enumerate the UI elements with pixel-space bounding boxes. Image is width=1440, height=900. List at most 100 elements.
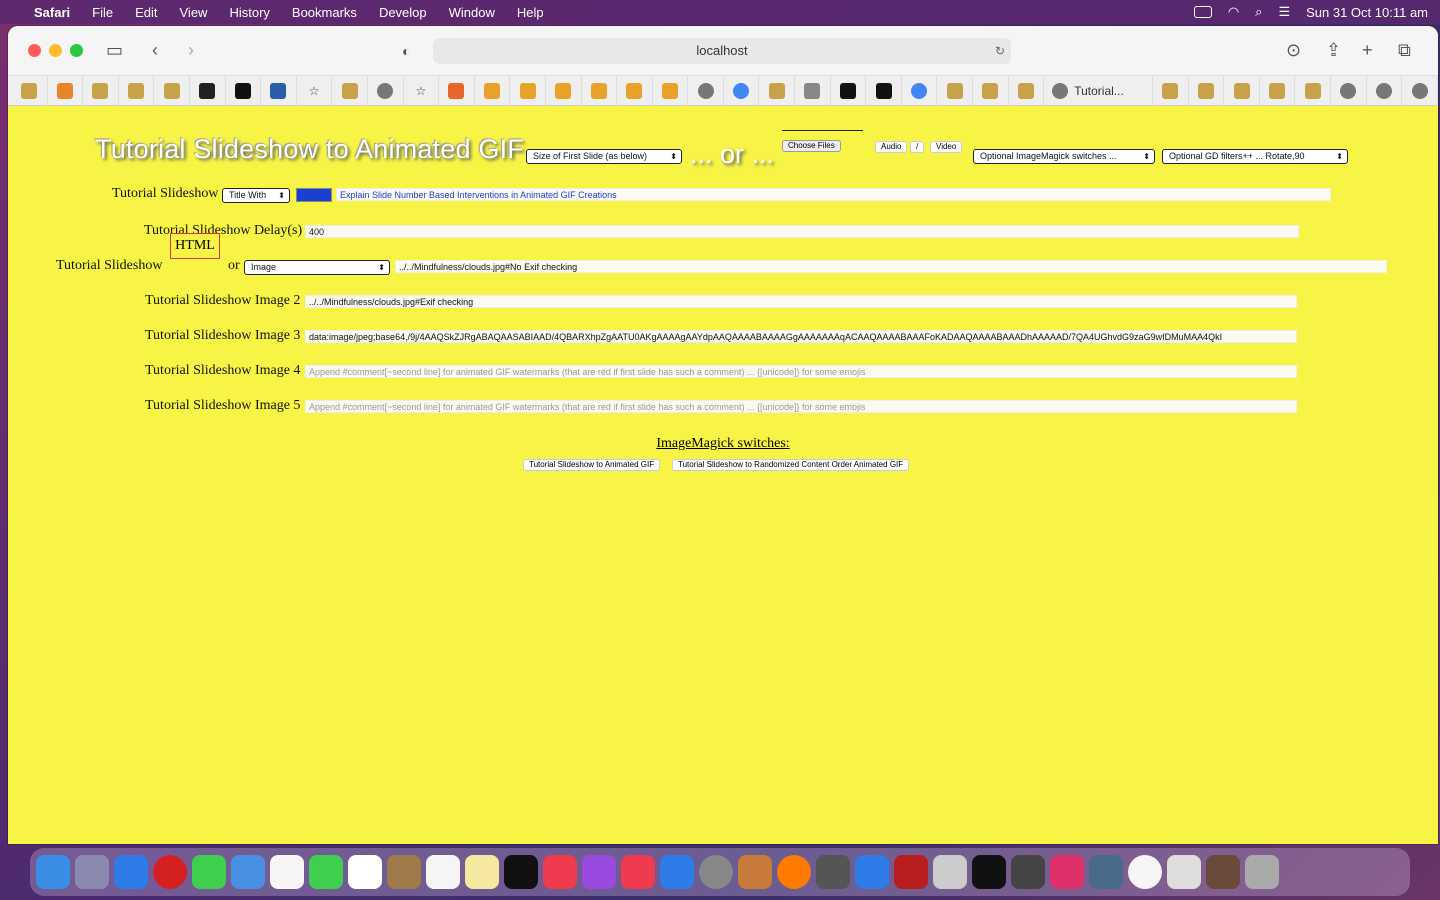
bookmark-item[interactable]: [475, 75, 511, 106]
bookmark-item[interactable]: [368, 75, 404, 106]
imagemagick-switches-heading[interactable]: ImageMagick switches:: [8, 436, 1438, 452]
clock[interactable]: Sun 31 Oct 10:11 am: [1306, 5, 1428, 20]
tv-icon[interactable]: [504, 855, 538, 889]
bookmark-item[interactable]: [226, 75, 262, 106]
menu-edit[interactable]: Edit: [135, 5, 157, 20]
bookmark-item[interactable]: [688, 75, 724, 106]
trash-icon[interactable]: [1245, 855, 1279, 889]
bookmark-item[interactable]: [546, 75, 582, 106]
textedit-icon[interactable]: [1167, 855, 1201, 889]
battery-icon[interactable]: [1193, 6, 1212, 18]
messages-icon[interactable]: [192, 855, 226, 889]
bookmark-item[interactable]: [119, 75, 155, 106]
bookmark-item[interactable]: [1224, 75, 1260, 106]
bookmark-item[interactable]: [83, 75, 119, 106]
bookmark-item[interactable]: [1009, 75, 1045, 106]
terminal-icon[interactable]: [972, 855, 1006, 889]
safari-icon[interactable]: [114, 855, 148, 889]
bookmark-item[interactable]: [1367, 75, 1403, 106]
paint-icon[interactable]: [738, 855, 772, 889]
finder-icon[interactable]: [36, 855, 70, 889]
bookmark-item[interactable]: [973, 75, 1009, 106]
bookmark-item[interactable]: [1402, 75, 1438, 106]
menu-help[interactable]: Help: [517, 5, 544, 20]
bookmark-item[interactable]: [724, 75, 760, 106]
title-field[interactable]: Explain Slide Number Based Interventions…: [336, 188, 1331, 201]
bookmark-item[interactable]: [1189, 75, 1225, 106]
gd-filters-select[interactable]: Optional GD filters++ ... Rotate,90: [1162, 149, 1348, 164]
downloads-icon[interactable]: ⊙: [1286, 40, 1301, 61]
reminders-icon[interactable]: [426, 855, 460, 889]
image4-field[interactable]: Append #comment[~second line] for animat…: [305, 365, 1297, 378]
menu-app[interactable]: Safari: [34, 5, 70, 20]
bookmark-item[interactable]: [831, 75, 867, 106]
bookmark-item[interactable]: [154, 75, 190, 106]
intellij-icon[interactable]: [1050, 855, 1084, 889]
bookmark-item[interactable]: [582, 75, 618, 106]
bookmark-item[interactable]: [617, 75, 653, 106]
new-tab-icon[interactable]: +: [1362, 40, 1373, 61]
size-select[interactable]: Size of First Slide (as below): [526, 149, 682, 164]
bookmark-star-icon[interactable]: ☆: [297, 75, 333, 106]
bookmark-item[interactable]: [795, 75, 831, 106]
chrome-icon[interactable]: [1128, 855, 1162, 889]
delay-field[interactable]: 400: [305, 225, 1299, 238]
title-color-picker[interactable]: [296, 188, 332, 202]
photos-icon[interactable]: [270, 855, 304, 889]
menu-window[interactable]: Window: [449, 5, 495, 20]
zoom-window-button[interactable]: [70, 44, 83, 57]
bookmark-item[interactable]: [12, 75, 48, 106]
firefox-icon[interactable]: [777, 855, 811, 889]
bookmark-item[interactable]: [261, 75, 297, 106]
wifi-icon[interactable]: ◠: [1228, 4, 1239, 20]
bookmark-item[interactable]: [937, 75, 974, 106]
forward-icon[interactable]: ›: [188, 40, 194, 61]
tab-active[interactable]: Tutorial...: [1044, 75, 1154, 106]
bookmark-item[interactable]: [439, 75, 475, 106]
tab-overview-icon[interactable]: ⧉: [1398, 40, 1411, 61]
menu-develop[interactable]: Develop: [379, 5, 427, 20]
bookmark-item[interactable]: [190, 75, 226, 106]
image1-field[interactable]: ../../Mindfulness/clouds.jpg#No Exif che…: [395, 260, 1387, 273]
calculator-icon[interactable]: [816, 855, 850, 889]
news-icon[interactable]: [621, 855, 655, 889]
preview-icon[interactable]: [1089, 855, 1123, 889]
bookmark-item[interactable]: [332, 75, 368, 106]
slash-button[interactable]: /: [910, 141, 925, 153]
menu-history[interactable]: History: [229, 5, 269, 20]
sidebar-icon[interactable]: ▭: [106, 40, 123, 61]
bookmark-star-icon[interactable]: ☆: [404, 75, 440, 106]
sequel-icon[interactable]: [1011, 855, 1045, 889]
podcasts-icon[interactable]: [582, 855, 616, 889]
back-icon[interactable]: ‹: [152, 40, 158, 61]
bbedit-icon[interactable]: [933, 855, 967, 889]
close-window-button[interactable]: [28, 44, 41, 57]
facetime-icon[interactable]: [309, 855, 343, 889]
bookmark-item[interactable]: [902, 75, 938, 106]
address-bar[interactable]: localhost ↻: [433, 38, 1011, 64]
xcode-icon[interactable]: [855, 855, 889, 889]
launchpad-icon[interactable]: [75, 855, 109, 889]
music-icon[interactable]: [543, 855, 577, 889]
bookmark-item[interactable]: [510, 75, 546, 106]
system-preferences-icon[interactable]: [699, 855, 733, 889]
bookmark-item[interactable]: [759, 75, 796, 106]
calendar-icon[interactable]: [348, 855, 382, 889]
filezilla-icon[interactable]: [894, 855, 928, 889]
opera-icon[interactable]: [153, 855, 187, 889]
notes-icon[interactable]: [465, 855, 499, 889]
video-button[interactable]: Video: [930, 141, 963, 153]
bookmark-item[interactable]: [866, 75, 902, 106]
html-button[interactable]: HTML: [170, 233, 220, 259]
menu-file[interactable]: File: [92, 5, 113, 20]
control-center-icon[interactable]: ☰: [1278, 4, 1290, 20]
title-with-select[interactable]: Title With: [222, 188, 290, 203]
randomized-gif-button[interactable]: Tutorial Slideshow to Randomized Content…: [672, 459, 910, 471]
image-type-select[interactable]: Image: [244, 260, 390, 275]
image5-field[interactable]: Append #comment[~second line] for animat…: [305, 400, 1297, 413]
recent-document-icon[interactable]: [1206, 855, 1240, 889]
contacts-icon[interactable]: [387, 855, 421, 889]
image2-field[interactable]: ../../Mindfulness/clouds.jpg#Exif checki…: [305, 295, 1297, 308]
image3-field[interactable]: data:image/jpeg;base64,/9j/4AAQSkZJRgABA…: [305, 330, 1297, 343]
privacy-shield-icon[interactable]: ◐: [402, 43, 410, 59]
